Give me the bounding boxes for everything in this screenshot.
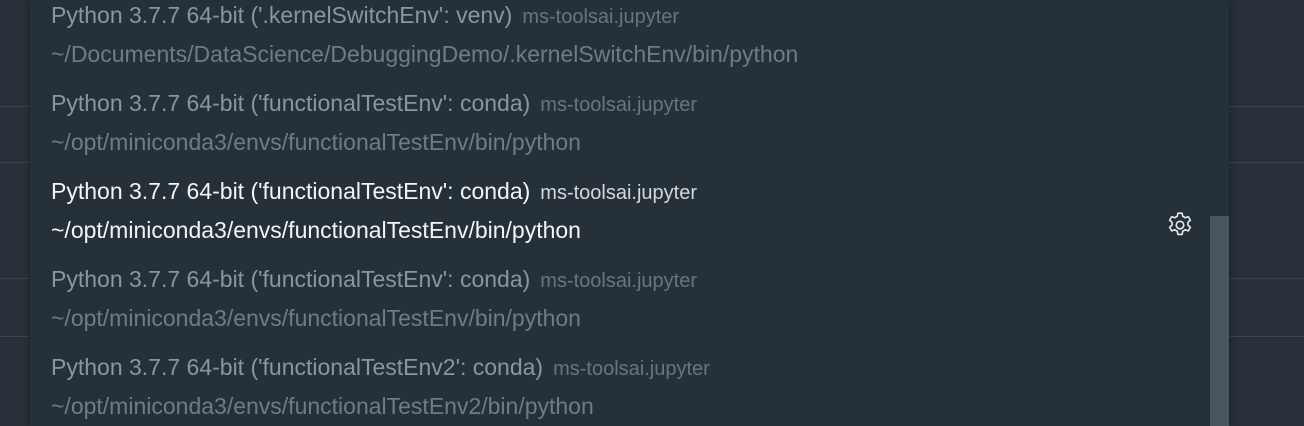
- kernel-list-item[interactable]: Python 3.7.7 64-bit ('.kernelSwitchEnv':…: [30, 0, 1229, 76]
- kernel-source: ms-toolsai.jupyter: [540, 94, 698, 116]
- kernel-list: Python 3.7.7 64-bit ('.kernelSwitchEnv':…: [30, 0, 1229, 426]
- kernel-label: Python 3.7.7 64-bit ('functionalTestEnv2…: [51, 354, 544, 380]
- kernel-list-item[interactable]: Python 3.7.7 64-bit ('functionalTestEnv'…: [30, 76, 1229, 164]
- kernel-path: ~/Documents/DataScience/DebuggingDemo/.k…: [51, 41, 799, 67]
- kernel-source: ms-toolsai.jupyter: [522, 6, 680, 28]
- kernel-label: Python 3.7.7 64-bit ('functionalTestEnv'…: [51, 266, 531, 292]
- scrollbar-thumb[interactable]: [1210, 216, 1229, 426]
- kernel-list-item[interactable]: Python 3.7.7 64-bit ('functionalTestEnv'…: [30, 252, 1229, 340]
- kernel-source: ms-toolsai.jupyter: [540, 270, 698, 292]
- kernel-label: Python 3.7.7 64-bit ('.kernelSwitchEnv':…: [51, 2, 513, 28]
- gear-icon[interactable]: [1163, 208, 1197, 242]
- kernel-label: Python 3.7.7 64-bit ('functionalTestEnv'…: [51, 90, 531, 116]
- kernel-list-item-focused[interactable]: Python 3.7.7 64-bit ('functionalTestEnv'…: [30, 164, 1229, 252]
- kernel-picker: Python 3.7.7 64-bit ('.kernelSwitchEnv':…: [30, 0, 1229, 426]
- kernel-path: ~/opt/miniconda3/envs/functionalTestEnv/…: [51, 305, 581, 331]
- kernel-source: ms-toolsai.jupyter: [553, 358, 710, 380]
- kernel-path: ~/opt/miniconda3/envs/functionalTestEnv2…: [51, 393, 594, 419]
- kernel-label: Python 3.7.7 64-bit ('functionalTestEnv'…: [51, 178, 531, 204]
- kernel-list-item[interactable]: Python 3.7.7 64-bit ('functionalTestEnv2…: [30, 340, 1229, 426]
- kernel-path: ~/opt/miniconda3/envs/functionalTestEnv/…: [51, 217, 581, 243]
- kernel-source: ms-toolsai.jupyter: [540, 182, 698, 204]
- kernel-path: ~/opt/miniconda3/envs/functionalTestEnv/…: [51, 129, 581, 155]
